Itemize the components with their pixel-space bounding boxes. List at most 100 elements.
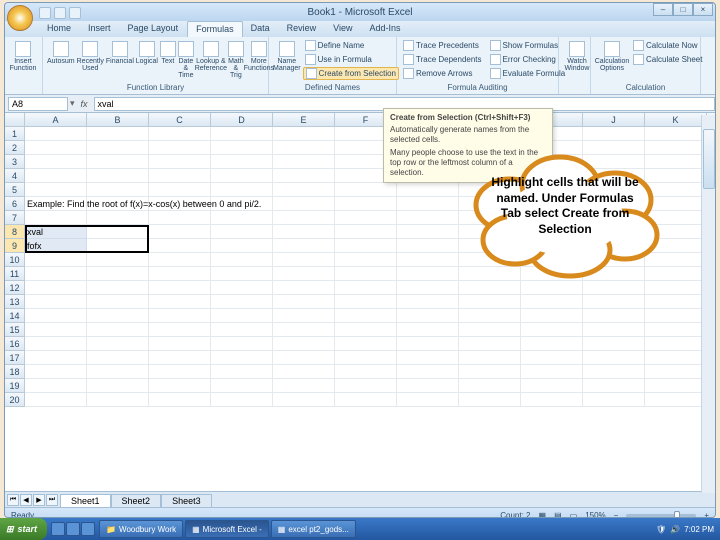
cell[interactable] — [273, 211, 335, 225]
row-header[interactable]: 13 — [5, 295, 25, 309]
row-header[interactable]: 2 — [5, 141, 25, 155]
create-from-selection-button[interactable]: Create from Selection — [303, 67, 399, 80]
cell[interactable] — [335, 393, 397, 407]
cell[interactable] — [87, 365, 149, 379]
cell[interactable] — [87, 141, 149, 155]
tab-review[interactable]: Review — [279, 21, 326, 37]
cell[interactable] — [273, 141, 335, 155]
cell[interactable] — [645, 393, 707, 407]
cell[interactable] — [149, 337, 211, 351]
cell[interactable] — [397, 295, 459, 309]
cell[interactable] — [149, 267, 211, 281]
cell[interactable] — [521, 379, 583, 393]
cell[interactable] — [273, 295, 335, 309]
cell[interactable] — [273, 197, 335, 211]
fx-dropdown-icon[interactable]: ▾ — [70, 98, 75, 109]
cell[interactable] — [273, 239, 335, 253]
cell[interactable] — [149, 225, 211, 239]
cell-a6[interactable]: Example: Find the root of f(x)=x-cos(x) … — [27, 197, 261, 211]
tab-page-layout[interactable]: Page Layout — [120, 21, 188, 37]
cell[interactable] — [645, 295, 707, 309]
define-name-button[interactable]: Define Name — [303, 39, 399, 52]
last-sheet-button[interactable]: ⏭ — [46, 494, 58, 506]
cell[interactable] — [87, 309, 149, 323]
cell[interactable] — [211, 253, 273, 267]
cell[interactable] — [645, 365, 707, 379]
cell[interactable] — [87, 295, 149, 309]
cell[interactable] — [583, 295, 645, 309]
cell[interactable] — [459, 393, 521, 407]
tab-addins[interactable]: Add-Ins — [361, 21, 409, 37]
cell[interactable] — [397, 351, 459, 365]
cell[interactable] — [273, 225, 335, 239]
cell[interactable] — [397, 253, 459, 267]
cell[interactable] — [149, 127, 211, 141]
cell[interactable] — [149, 169, 211, 183]
cell[interactable] — [335, 365, 397, 379]
cell[interactable] — [87, 169, 149, 183]
cell[interactable] — [211, 379, 273, 393]
start-button[interactable]: ⊞ start — [0, 518, 47, 540]
cell[interactable] — [397, 379, 459, 393]
tray-icon[interactable]: 🔊 — [670, 525, 680, 534]
cell[interactable] — [149, 141, 211, 155]
cell[interactable] — [583, 365, 645, 379]
cell[interactable] — [25, 337, 87, 351]
cell[interactable] — [87, 155, 149, 169]
cell[interactable] — [273, 253, 335, 267]
cell[interactable] — [645, 127, 707, 141]
zoom-out-button[interactable]: − — [614, 511, 619, 518]
tab-data[interactable]: Data — [243, 21, 279, 37]
cell[interactable] — [87, 267, 149, 281]
zoom-thumb[interactable] — [674, 511, 680, 519]
cell[interactable] — [335, 309, 397, 323]
cell[interactable] — [583, 379, 645, 393]
cell[interactable] — [459, 365, 521, 379]
vertical-scrollbar[interactable] — [701, 115, 715, 493]
cell[interactable] — [87, 379, 149, 393]
cell[interactable] — [397, 309, 459, 323]
cell[interactable] — [25, 183, 87, 197]
cell[interactable] — [521, 393, 583, 407]
cell[interactable] — [335, 379, 397, 393]
cell[interactable] — [521, 337, 583, 351]
cell[interactable] — [645, 379, 707, 393]
cell[interactable] — [87, 225, 149, 239]
text-button[interactable]: Text — [160, 39, 176, 79]
cell[interactable] — [25, 169, 87, 183]
cell[interactable] — [645, 323, 707, 337]
cell[interactable] — [211, 225, 273, 239]
cell[interactable] — [211, 337, 273, 351]
row-header[interactable]: 4 — [5, 169, 25, 183]
row-header[interactable]: 3 — [5, 155, 25, 169]
row-header[interactable]: 14 — [5, 309, 25, 323]
col-header-d[interactable]: D — [211, 113, 273, 126]
cell[interactable] — [397, 337, 459, 351]
sheet-tab-1[interactable]: Sheet1 — [60, 494, 111, 507]
qat-redo-icon[interactable] — [69, 7, 81, 19]
col-header-e[interactable]: E — [273, 113, 335, 126]
cell-a9[interactable]: fofx — [27, 239, 42, 253]
cell[interactable] — [273, 379, 335, 393]
cell[interactable] — [211, 239, 273, 253]
cell[interactable] — [149, 379, 211, 393]
cell[interactable] — [149, 295, 211, 309]
cell[interactable] — [335, 281, 397, 295]
error-checking-button[interactable]: Error Checking — [488, 53, 568, 66]
cell[interactable] — [335, 295, 397, 309]
row-header[interactable]: 12 — [5, 281, 25, 295]
cell[interactable] — [397, 183, 459, 197]
col-header-b[interactable]: B — [87, 113, 149, 126]
cell[interactable] — [149, 253, 211, 267]
tab-home[interactable]: Home — [39, 21, 80, 37]
cell[interactable] — [87, 337, 149, 351]
cell[interactable] — [583, 309, 645, 323]
cell[interactable] — [335, 197, 397, 211]
cell[interactable] — [149, 323, 211, 337]
cell[interactable] — [87, 183, 149, 197]
cell[interactable] — [87, 351, 149, 365]
cell[interactable] — [583, 281, 645, 295]
lookup-button[interactable]: Lookup & Reference — [196, 39, 226, 79]
cell[interactable] — [273, 337, 335, 351]
row-header[interactable]: 18 — [5, 365, 25, 379]
